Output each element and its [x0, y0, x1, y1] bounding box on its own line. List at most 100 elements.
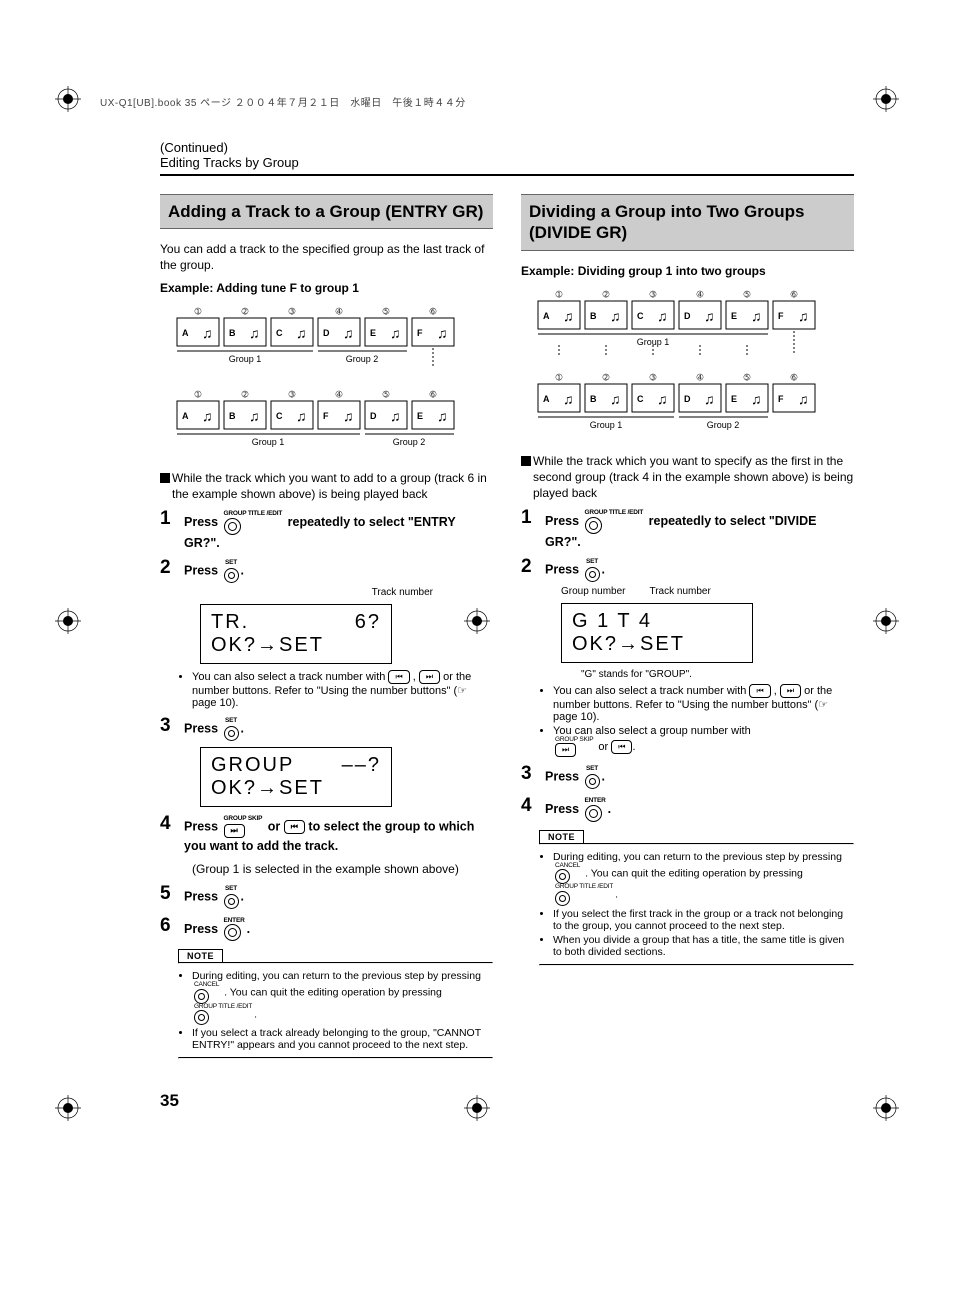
svg-text:Group 1: Group 1	[252, 437, 285, 447]
svg-text:♫: ♫	[343, 408, 354, 424]
svg-text:♫: ♫	[202, 325, 213, 341]
group-title-edit-button-icon: GROUP TITLE /EDIT	[555, 884, 613, 906]
svg-text:E: E	[731, 311, 737, 321]
svg-text:➃: ➃	[336, 307, 343, 316]
svg-text:➁: ➁	[242, 307, 249, 316]
svg-text:➁: ➁	[603, 373, 610, 382]
svg-text:♫: ♫	[751, 308, 762, 324]
step-number: 4	[521, 795, 545, 817]
svg-text:B: B	[229, 411, 236, 421]
svg-text:♫: ♫	[390, 408, 401, 424]
section-title: Editing Tracks by Group	[160, 155, 854, 170]
group-title-edit-button-icon: GROUP TITLE /EDIT	[224, 511, 283, 535]
display-screen: GROUP––? OK?→SET	[200, 747, 392, 807]
group-title-edit-button-icon: GROUP TITLE /EDIT	[585, 510, 644, 534]
svg-text:➃: ➃	[336, 390, 343, 399]
note-label: NOTE	[178, 949, 223, 963]
svg-text:♫: ♫	[202, 408, 213, 424]
set-button-icon: SET	[585, 559, 600, 582]
heading-entry-gr: Adding a Track to a Group (ENTRY GR)	[160, 194, 493, 229]
set-button-icon: SET	[585, 766, 600, 789]
svg-text:F: F	[417, 328, 423, 338]
step-number: 1	[521, 507, 545, 529]
svg-text:➅: ➅	[791, 290, 798, 299]
step-number: 2	[160, 557, 184, 579]
svg-text:➀: ➀	[195, 390, 202, 399]
step4-subnote: (Group 1 is selected in the example show…	[160, 861, 493, 877]
svg-text:♫: ♫	[296, 408, 307, 424]
svg-text:♫: ♫	[249, 325, 260, 341]
example-label: Example: Dividing group 1 into two group…	[521, 263, 854, 279]
note-divider	[178, 1057, 493, 1059]
set-button-icon: SET	[224, 886, 239, 909]
note-item: If you select a track already belonging …	[192, 1027, 493, 1051]
cancel-button-icon: CANCEL	[194, 982, 219, 1004]
divider	[160, 174, 854, 176]
svg-text:♫: ♫	[610, 308, 621, 324]
track-diagram-before: ➀➁➂➃➄➅ ABCDEF ♫♫♫♫♫♫ Group 1	[535, 287, 825, 362]
page-number: 35	[160, 1091, 854, 1111]
svg-text:♫: ♫	[563, 391, 574, 407]
svg-text:➀: ➀	[556, 373, 563, 382]
svg-text:♫: ♫	[610, 391, 621, 407]
svg-text:Group 2: Group 2	[346, 354, 379, 364]
svg-text:A: A	[182, 328, 189, 338]
svg-text:♫: ♫	[657, 391, 668, 407]
svg-text:B: B	[590, 311, 597, 321]
svg-text:➅: ➅	[430, 390, 437, 399]
svg-text:♫: ♫	[798, 308, 809, 324]
step-number: 2	[521, 556, 545, 578]
svg-text:➁: ➁	[603, 290, 610, 299]
svg-text:A: A	[543, 394, 550, 404]
svg-text:➄: ➄	[744, 373, 751, 382]
svg-text:♫: ♫	[798, 391, 809, 407]
svg-text:➅: ➅	[430, 307, 437, 316]
step-number: 6	[160, 915, 184, 937]
prev-track-icon: ⏮	[749, 684, 770, 698]
svg-text:➀: ➀	[195, 307, 202, 316]
svg-text:B: B	[229, 328, 236, 338]
svg-text:➂: ➂	[650, 290, 657, 299]
group-skip-prev-icon: ⏮	[611, 740, 632, 754]
svg-text:C: C	[637, 394, 644, 404]
group-title-edit-button-icon: GROUP TITLE /EDIT	[194, 1004, 252, 1026]
intro-text: You can add a track to the specified gro…	[160, 241, 493, 273]
svg-text:E: E	[731, 394, 737, 404]
note-label: NOTE	[539, 830, 584, 844]
svg-text:B: B	[590, 394, 597, 404]
svg-text:E: E	[417, 411, 423, 421]
display-label: Track number	[649, 586, 710, 597]
svg-text:♫: ♫	[296, 325, 307, 341]
enter-button-icon: ENTER	[585, 798, 606, 822]
svg-text:➄: ➄	[383, 307, 390, 316]
svg-text:➁: ➁	[242, 390, 249, 399]
enter-button-icon: ENTER	[224, 918, 245, 942]
group-skip-next-icon: GROUP SKIP ⏭	[555, 737, 593, 758]
precondition: While the track which you want to add to…	[160, 470, 493, 502]
note-item: During editing, you can return to the pr…	[192, 970, 493, 1025]
display-label: Group number	[561, 586, 625, 597]
right-column: Dividing a Group into Two Groups (DIVIDE…	[521, 194, 854, 1065]
svg-text:♫: ♫	[249, 408, 260, 424]
display-label: Track number	[200, 587, 433, 598]
track-diagram-after: ➀➁➂➃➄➅ ABCDEF ♫♫♫♫♫♫ Group 1 Group 2	[535, 370, 825, 445]
svg-text:A: A	[182, 411, 189, 421]
prev-track-icon: ⏮	[388, 670, 409, 684]
svg-text:➀: ➀	[556, 290, 563, 299]
note-bullet: You can also select a group number with …	[553, 725, 854, 758]
svg-text:♫: ♫	[657, 308, 668, 324]
svg-text:Group 2: Group 2	[707, 420, 740, 430]
svg-text:C: C	[276, 328, 283, 338]
precondition: While the track which you want to specif…	[521, 453, 854, 502]
step-number: 4	[160, 813, 184, 835]
heading-divide-gr: Dividing a Group into Two Groups (DIVIDE…	[521, 194, 854, 251]
svg-text:♫: ♫	[704, 391, 715, 407]
step-number: 3	[160, 715, 184, 737]
svg-text:➃: ➃	[697, 290, 704, 299]
svg-text:E: E	[370, 328, 376, 338]
step-number: 5	[160, 883, 184, 905]
step-number: 3	[521, 763, 545, 785]
left-column: Adding a Track to a Group (ENTRY GR) You…	[160, 194, 493, 1065]
set-button-icon: SET	[224, 560, 239, 583]
note-item: When you divide a group that has a title…	[553, 934, 854, 958]
